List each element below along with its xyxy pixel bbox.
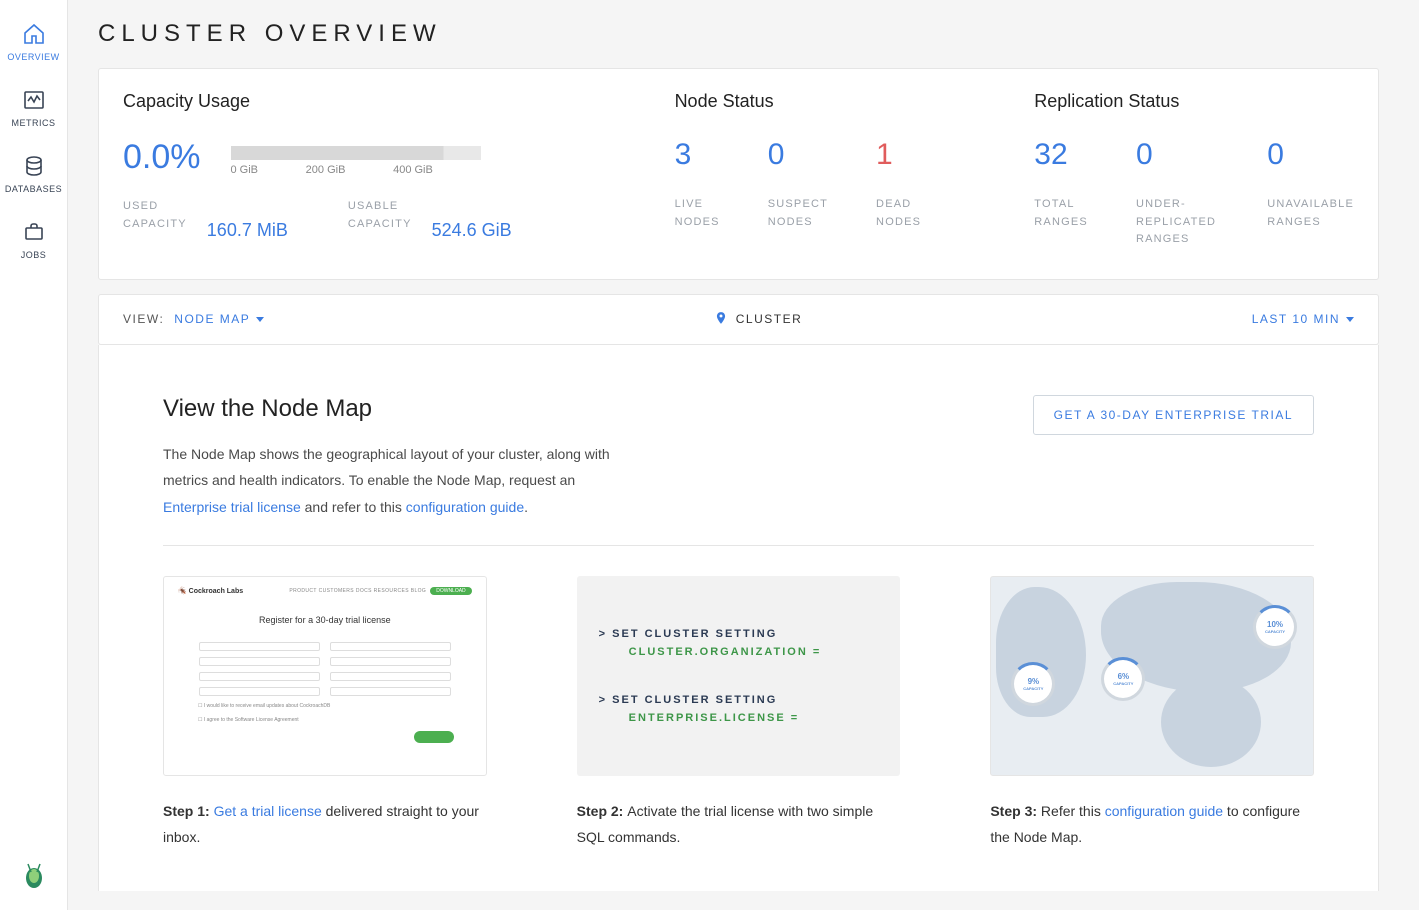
step-3-illustration: 9%CAPACITY 6%CAPACITY 10%CAPACITY xyxy=(990,576,1314,776)
configuration-guide-link[interactable]: configuration guide xyxy=(406,499,524,515)
live-nodes-value: 3 xyxy=(675,140,720,170)
used-capacity-value: 160.7 MiB xyxy=(207,220,288,241)
capacity-usage-section: Capacity Usage 0.0% 0 GiB 200 GiB 400 Gi… xyxy=(123,91,635,249)
step-2-illustration: > SET CLUSTER SETTING CLUSTER.ORGANIZATI… xyxy=(577,576,901,776)
home-icon xyxy=(22,22,46,46)
divider xyxy=(163,545,1314,546)
mock-checkbox: ☐ I would like to receive email updates … xyxy=(178,699,472,713)
step-1-illustration: 🪳 Cockroach Labs PRODUCT CUSTOMERS DOCS … xyxy=(163,576,487,776)
step-2-card: > SET CLUSTER SETTING CLUSTER.ORGANIZATI… xyxy=(577,576,901,851)
enterprise-trial-link[interactable]: Enterprise trial license xyxy=(163,499,301,515)
usable-capacity-value: 524.6 GiB xyxy=(432,220,512,241)
total-ranges-label: TOTALRANGES xyxy=(1034,196,1088,231)
sidebar-item-databases[interactable]: DATABASES xyxy=(0,140,67,206)
sql-value: CLUSTER.ORGANIZATION = xyxy=(629,646,879,658)
unavailable-ranges-value: 0 xyxy=(1267,140,1354,170)
stats-panel: Capacity Usage 0.0% 0 GiB 200 GiB 400 Gi… xyxy=(98,68,1379,280)
sql-value: ENTERPRISE.LICENSE = xyxy=(629,712,879,724)
sidebar-item-label: OVERVIEW xyxy=(7,52,59,62)
node-status-section: Node Status 3 LIVENODES 0 SUSPECTNODES 1… xyxy=(675,91,995,249)
step-1-text: Step 1: Get a trial license delivered st… xyxy=(163,798,487,851)
chevron-down-icon xyxy=(256,317,264,322)
dead-nodes-value: 1 xyxy=(876,140,921,170)
node-map-promo-panel: View the Node Map The Node Map shows the… xyxy=(98,345,1379,891)
under-replicated-value: 0 xyxy=(1136,140,1219,170)
briefcase-icon xyxy=(22,220,46,244)
sidebar: OVERVIEW METRICS DATABASES JOBS xyxy=(0,0,68,910)
get-trial-button[interactable]: GET A 30-DAY ENTERPRISE TRIAL xyxy=(1033,395,1314,435)
sidebar-item-overview[interactable]: OVERVIEW xyxy=(0,8,67,74)
mock-nav: PRODUCT CUSTOMERS DOCS RESOURCES BLOG xyxy=(289,588,426,594)
suspect-nodes-value: 0 xyxy=(768,140,828,170)
node-map-description: The Node Map shows the geographical layo… xyxy=(163,441,623,521)
main-content: CLUSTER OVERVIEW Capacity Usage 0.0% 0 G… xyxy=(68,0,1419,910)
view-dropdown[interactable]: NODE MAP xyxy=(174,312,264,326)
tick: 400 GiB xyxy=(393,164,433,176)
mock-logo: 🪳 Cockroach Labs xyxy=(178,587,243,595)
tick: 200 GiB xyxy=(306,164,346,176)
step-1-card: 🪳 Cockroach Labs PRODUCT CUSTOMERS DOCS … xyxy=(163,576,487,851)
replication-status-section: Replication Status 32 TOTALRANGES 0 UNDE… xyxy=(1034,91,1354,249)
tick: 0 GiB xyxy=(231,164,259,176)
sidebar-item-metrics[interactable]: METRICS xyxy=(0,74,67,140)
breadcrumb-cluster[interactable]: CLUSTER xyxy=(736,312,803,326)
database-icon xyxy=(22,154,46,178)
dead-nodes-label: DEADNODES xyxy=(876,196,921,231)
capacity-heading: Capacity Usage xyxy=(123,91,635,112)
sidebar-item-label: METRICS xyxy=(12,118,56,128)
live-nodes-label: LIVENODES xyxy=(675,196,720,231)
metrics-icon xyxy=(22,88,46,112)
used-capacity-label: USEDCAPACITY xyxy=(123,198,187,233)
sql-line: > SET CLUSTER SETTING xyxy=(599,628,879,640)
capacity-bar xyxy=(231,146,481,160)
sql-line: > SET CLUSTER SETTING xyxy=(599,694,879,706)
step-3-text: Step 3: Refer this configuration guide t… xyxy=(990,798,1314,851)
page-title: CLUSTER OVERVIEW xyxy=(98,20,1379,48)
get-trial-license-link[interactable]: Get a trial license xyxy=(214,803,322,819)
capacity-bar-ticks: 0 GiB 200 GiB 400 GiB xyxy=(231,164,481,176)
mock-form-title: Register for a 30-day trial license xyxy=(178,615,472,625)
time-range-dropdown[interactable]: LAST 10 MIN xyxy=(1252,312,1354,326)
node-map-title: View the Node Map xyxy=(163,395,623,423)
under-replicated-label: UNDER-REPLICATEDRANGES xyxy=(1136,196,1219,249)
cockroach-logo-icon xyxy=(18,858,50,890)
mock-download-pill: DOWNLOAD xyxy=(430,587,471,595)
suspect-nodes-label: SUSPECTNODES xyxy=(768,196,828,231)
unavailable-ranges-label: UNAVAILABLERANGES xyxy=(1267,196,1354,231)
total-ranges-value: 32 xyxy=(1034,140,1088,170)
capacity-percent: 0.0% xyxy=(123,140,201,174)
sidebar-item-label: JOBS xyxy=(21,250,47,260)
view-controls-bar: VIEW: NODE MAP CLUSTER LAST 10 MIN xyxy=(98,294,1379,345)
step-2-text: Step 2: Activate the trial license with … xyxy=(577,798,901,851)
sidebar-item-label: DATABASES xyxy=(5,184,62,194)
configuration-guide-link-2[interactable]: configuration guide xyxy=(1105,803,1223,819)
location-pin-icon xyxy=(714,311,728,328)
step-3-card: 9%CAPACITY 6%CAPACITY 10%CAPACITY Step 3… xyxy=(990,576,1314,851)
view-label: VIEW: xyxy=(123,312,164,326)
usable-capacity-label: USABLECAPACITY xyxy=(348,198,412,233)
node-status-heading: Node Status xyxy=(675,91,995,112)
mock-submit-button xyxy=(414,731,454,743)
replication-heading: Replication Status xyxy=(1034,91,1354,112)
mock-checkbox: ☐ I agree to the Software License Agreem… xyxy=(178,713,472,727)
chevron-down-icon xyxy=(1346,317,1354,322)
sidebar-item-jobs[interactable]: JOBS xyxy=(0,206,67,272)
